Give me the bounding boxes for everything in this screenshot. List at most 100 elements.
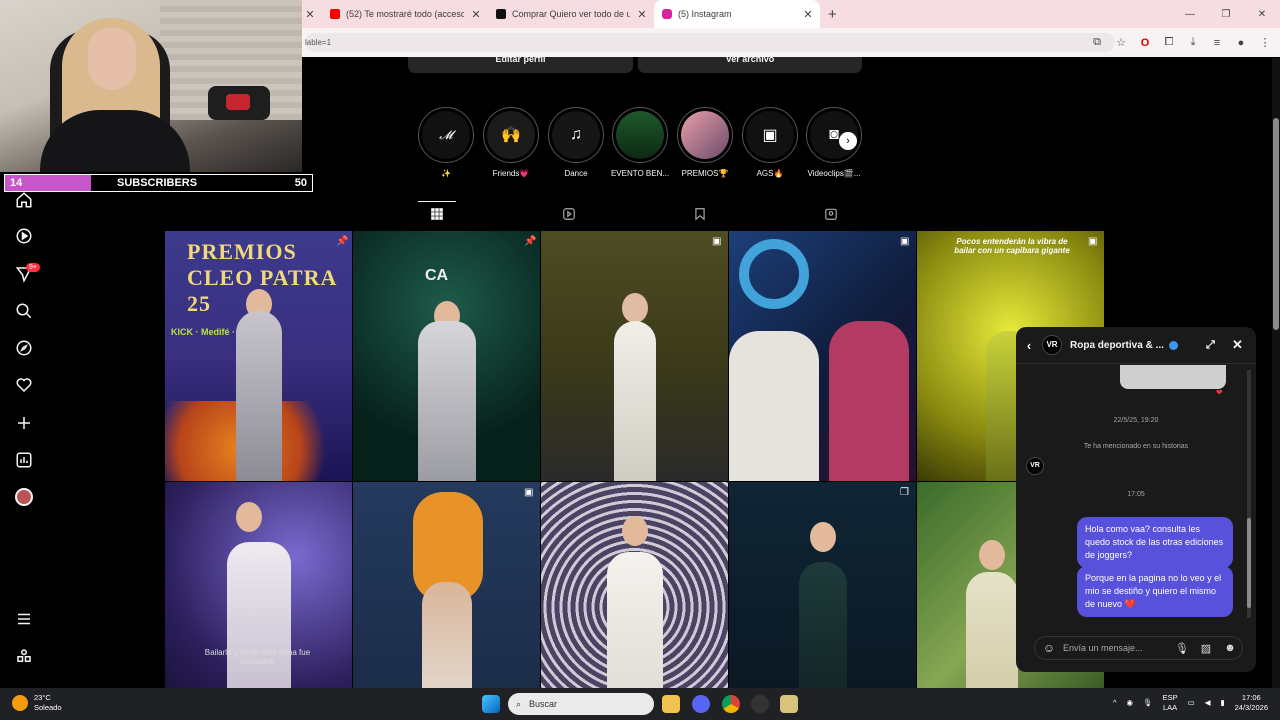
logo-graphic	[739, 239, 809, 309]
highlight-item[interactable]: PREMIOS🏆	[677, 107, 733, 178]
battery-icon[interactable]: ▮	[1220, 698, 1224, 708]
chevron-up-icon[interactable]: ^	[1113, 698, 1117, 708]
person-figure	[613, 321, 656, 481]
network-app-icon[interactable]: ◉	[1127, 698, 1134, 708]
insights-chart-icon[interactable]	[15, 451, 33, 469]
more-menu-icon[interactable]: ⋮	[1258, 36, 1272, 49]
close-tab-icon[interactable]: ✕	[470, 8, 482, 21]
highlight-item[interactable]: 🙌 Friends💗	[483, 107, 539, 178]
photo-icon	[681, 111, 729, 159]
extensions-puzzle-icon[interactable]: ⧠	[1162, 36, 1176, 49]
search-icon[interactable]	[15, 302, 33, 320]
highlight-item[interactable]: ▣ AGS🔥	[742, 107, 798, 178]
profile-avatar-icon[interactable]: ●	[1234, 37, 1248, 49]
weather-condition: Soleado	[34, 703, 62, 712]
microphone-icon[interactable]: 🎙	[1143, 698, 1153, 708]
bookmark-star-icon[interactable]: ☆	[1114, 36, 1128, 49]
chat-contact-name[interactable]: Ropa deportiva & ...	[1070, 340, 1164, 351]
obs-icon[interactable]	[751, 695, 769, 713]
chevron-right-icon[interactable]: ›	[839, 132, 857, 150]
tab-tagged-icon[interactable]	[824, 207, 840, 223]
highlight-item[interactable]: ♫ Dance	[548, 107, 604, 178]
site-icon	[496, 9, 506, 19]
profile-avatar-icon[interactable]	[15, 488, 33, 506]
back-chevron-icon[interactable]: ‹	[1016, 338, 1042, 353]
close-icon[interactable]: ✕	[1232, 337, 1243, 353]
expand-icon[interactable]: ⤢	[1206, 339, 1215, 352]
file-explorer-icon[interactable]	[662, 695, 680, 713]
app-icon[interactable]	[780, 695, 798, 713]
post-tile[interactable]	[541, 482, 728, 720]
posts-grid: PREMIOS CLEO PATRA 25 KICK · Medifé · pr…	[165, 231, 1104, 720]
post-tile[interactable]: ▣	[541, 231, 728, 481]
edit-profile-button[interactable]: Editar perfil	[408, 55, 633, 73]
create-plus-icon[interactable]	[15, 414, 33, 432]
subscriber-goal-bar: 14 SUBSCRIBERS 50	[4, 174, 313, 192]
page-scrollbar[interactable]	[1272, 58, 1280, 688]
minimize-icon[interactable]: —	[1172, 9, 1208, 20]
weather-widget[interactable]: 23°C Soleado	[12, 693, 62, 713]
highlight-item[interactable]: 𝓜 ✨	[418, 107, 474, 178]
install-app-icon[interactable]: ⧉	[1090, 36, 1104, 49]
close-tab-icon[interactable]: ✕	[636, 8, 648, 21]
chat-scrollbar[interactable]	[1247, 370, 1251, 618]
reel-icon: ▣	[1088, 236, 1098, 247]
post-tile[interactable]: PREMIOS CLEO PATRA 25 KICK · Medifé · pr…	[165, 231, 352, 481]
tab-reels-icon[interactable]	[562, 207, 578, 223]
sticker-icon[interactable]: ☻	[1218, 642, 1242, 654]
url-field[interactable]: lable=1	[305, 33, 1115, 52]
post-tile[interactable]: ▣	[353, 482, 540, 720]
explore-compass-icon[interactable]	[15, 339, 33, 357]
language-indicator[interactable]: ESP LAA	[1163, 693, 1178, 713]
volume-icon[interactable]: ◀	[1205, 698, 1211, 708]
browser-tab-shop[interactable]: Comprar Quiero ver todo de un ✕	[488, 0, 654, 28]
image-upload-icon[interactable]: ▨	[1194, 642, 1218, 655]
download-icon[interactable]: ⤓	[1186, 36, 1200, 49]
post-tile[interactable]: CA 📌	[353, 231, 540, 481]
post-caption: Pocos entenderán la vibra de bailar con …	[954, 237, 1070, 255]
chat-header: ‹ VR Ropa deportiva & ... ⤢ ✕	[1016, 327, 1256, 363]
temperature: 23°C	[34, 693, 51, 702]
microphone-icon[interactable]: 🎙	[1170, 642, 1194, 655]
logo-icon: 𝓜	[422, 111, 470, 159]
post-title: CA	[425, 267, 449, 284]
post-tile[interactable]: ▣	[729, 231, 916, 481]
person-figure	[829, 321, 909, 481]
post-tile[interactable]: Bailarlo y sentir este tema fue inevitab…	[165, 482, 352, 720]
highlight-item[interactable]: EVENTO BEN...	[611, 107, 669, 178]
emoji-icon[interactable]: ☺	[1035, 641, 1063, 655]
extension-opera-icon[interactable]: O	[1138, 37, 1152, 49]
meta-apps-icon[interactable]	[15, 647, 33, 665]
media-control-icon[interactable]: ≡	[1210, 37, 1224, 49]
close-tab-icon[interactable]: ✕	[304, 8, 316, 21]
close-tab-icon[interactable]: ✕	[802, 8, 814, 21]
tab-posts-grid-icon[interactable]	[430, 207, 446, 223]
reels-icon[interactable]	[15, 227, 33, 245]
close-window-icon[interactable]: ✕	[1244, 9, 1280, 20]
view-archive-button[interactable]: Ver archivo	[638, 55, 862, 73]
clock[interactable]: 17:06 24/3/2026	[1235, 693, 1268, 713]
new-tab-icon[interactable]: +	[820, 6, 845, 23]
browser-tab-youtube[interactable]: (52) Te mostraré todo (acceso e ✕	[322, 0, 488, 28]
story-reply-thumbnail[interactable]	[1120, 365, 1226, 389]
windows-start-icon[interactable]	[482, 695, 500, 713]
menu-hamburger-icon[interactable]	[15, 610, 33, 628]
system-tray: ^ ◉ 🎙 ESP LAA ▭ ◀ ▮ 17:06 24/3/2026	[1113, 693, 1268, 713]
taskbar-search[interactable]: ⌕ Buscar	[508, 693, 654, 715]
maximize-icon[interactable]: ❐	[1208, 9, 1244, 20]
mention-notice: Te ha mencionado en su historias	[1083, 443, 1189, 450]
browser-tab-partial[interactable]: ✕	[302, 0, 322, 28]
browser-toolbar: ⧉ ☆ O ⧠ ⤓ ≡ ● ⋮	[1090, 28, 1272, 57]
post-tile[interactable]: ❐	[729, 482, 916, 720]
sent-message: Porque en la pagina no lo veo y el mio s…	[1077, 566, 1233, 617]
browser-tab-instagram[interactable]: (5) Instagram ✕	[654, 0, 820, 28]
discord-icon[interactable]	[692, 695, 710, 713]
chrome-icon[interactable]	[722, 695, 740, 713]
hands-icon: 🙌	[487, 111, 535, 159]
home-icon[interactable]	[15, 191, 33, 209]
heart-icon[interactable]	[15, 376, 33, 394]
tab-saved-bookmark-icon[interactable]	[693, 207, 709, 223]
monitor-icon[interactable]: ▭	[1188, 698, 1195, 708]
message-input[interactable]: ☺ Envía un mensaje... 🎙 ▨ ☻	[1034, 636, 1243, 660]
music-icon: ♫	[552, 111, 600, 159]
